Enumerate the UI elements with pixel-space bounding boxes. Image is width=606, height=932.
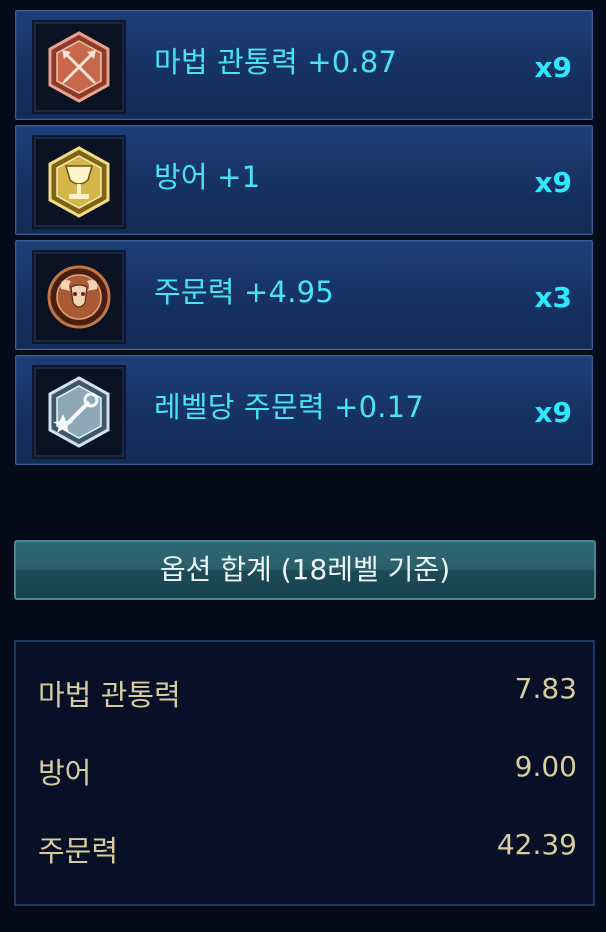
rune-count: x9 (534, 51, 572, 84)
summary-title: 옵션 합계 (18레벨 기준) (159, 553, 451, 586)
rune-count: x9 (534, 166, 572, 199)
stat-name: 방어 (38, 756, 92, 790)
rune-icon-frame (34, 137, 124, 227)
rune-label: 마법 관통력 +0.87 (154, 45, 398, 79)
stats-panel: 마법 관통력 7.83 방어 9.00 주문력 42.39 (14, 640, 595, 906)
stat-value: 7.83 (514, 672, 577, 705)
rune-icon-frame (34, 252, 124, 342)
rune-icon-frame (34, 367, 124, 457)
rune-count: x3 (534, 281, 572, 314)
rune-label: 주문력 +4.95 (154, 275, 334, 309)
crossed-arrows-icon (48, 31, 110, 103)
rune-icon-frame (34, 22, 124, 112)
rune-label: 방어 +1 (154, 160, 261, 194)
rune-row-ability-power[interactable]: 주문력 +4.95 x3 (15, 240, 593, 350)
rune-row-ability-power-per-level[interactable]: 레벨당 주문력 +0.17 x9 (15, 355, 593, 465)
rune-label: 레벨당 주문력 +0.17 (154, 390, 424, 424)
rune-count: x9 (534, 396, 572, 429)
stat-name: 마법 관통력 (38, 678, 181, 712)
page: 마법 관통력 +0.87 x9 방어 +1 x9 주문력 +4.95 x3 레벨… (0, 0, 606, 932)
stat-row: 주문력 42.39 (16, 828, 593, 868)
stat-name: 주문력 (38, 834, 119, 868)
wand-key-icon (48, 376, 110, 448)
stat-value: 42.39 (496, 828, 577, 861)
rune-row-armor[interactable]: 방어 +1 x9 (15, 125, 593, 235)
rune-row-magic-penetration[interactable]: 마법 관통력 +0.87 x9 (15, 10, 593, 120)
chalice-icon (48, 146, 110, 218)
stat-row: 방어 9.00 (16, 750, 593, 790)
summary-header-button[interactable]: 옵션 합계 (18레벨 기준) (14, 540, 596, 600)
stat-value: 9.00 (514, 750, 577, 783)
stat-row: 마법 관통력 7.83 (16, 672, 593, 712)
ram-skull-icon (47, 265, 111, 329)
